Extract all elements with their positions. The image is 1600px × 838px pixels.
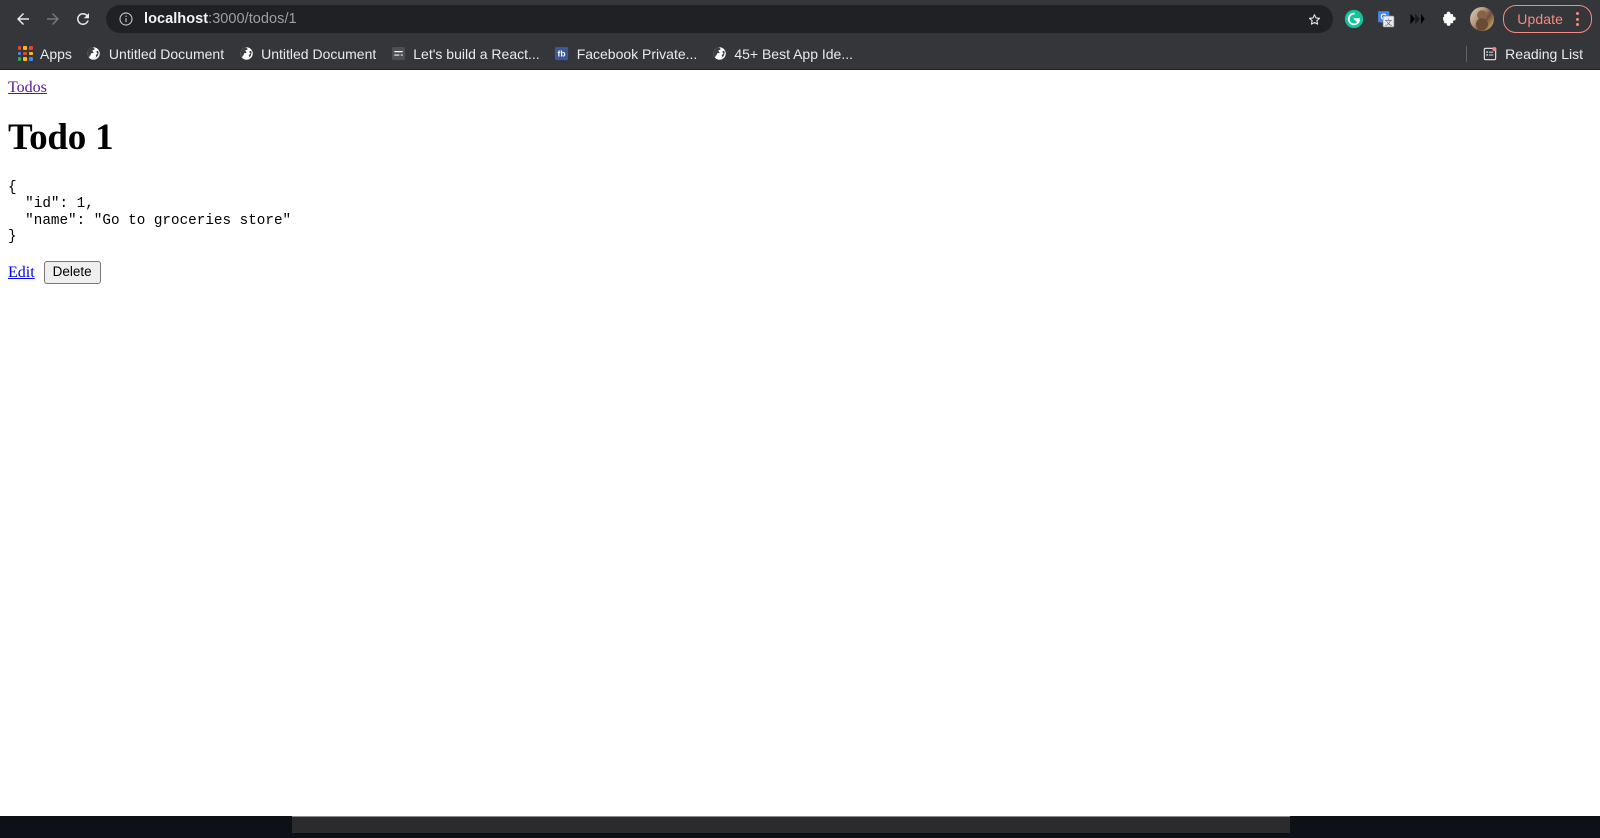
puzzle-piece-icon bbox=[1443, 11, 1456, 26]
svg-text:文: 文 bbox=[1385, 17, 1393, 27]
bookmark-45-best-app-ideas[interactable]: 45+ Best App Ide... bbox=[704, 42, 860, 66]
translate-icon: G 文 bbox=[1378, 11, 1395, 28]
svg-text:fb: fb bbox=[558, 49, 566, 59]
address-bar-text: localhost:3000/todos/1 bbox=[144, 11, 1301, 27]
bookmark-untitled-document-1[interactable]: Untitled Document bbox=[79, 42, 231, 66]
todo-json-output: { "id": 1, "name": "Go to groceries stor… bbox=[8, 180, 292, 245]
reload-icon bbox=[76, 12, 89, 25]
star-icon bbox=[1308, 13, 1320, 25]
page-viewport: Todos Todo 1 { "id": 1, "name": "Go to g… bbox=[0, 71, 1600, 816]
breadcrumb-todos-link[interactable]: Todos bbox=[8, 79, 47, 97]
bookmark-label: 45+ Best App Ide... bbox=[734, 45, 854, 62]
toolbar-divider bbox=[1466, 45, 1468, 62]
todo-actions: Edit Delete bbox=[8, 261, 1592, 285]
page-title: Todo 1 bbox=[8, 117, 114, 159]
grammarly-g-icon bbox=[1345, 9, 1364, 29]
address-bar[interactable]: localhost:3000/todos/1 bbox=[106, 5, 1334, 33]
back-button[interactable] bbox=[8, 4, 38, 34]
update-button[interactable]: Update bbox=[1503, 5, 1592, 33]
bookmark-label: Apps bbox=[40, 45, 72, 62]
bookmark-facebook-private[interactable]: fb Facebook Private... bbox=[547, 42, 705, 66]
reading-list-label: Reading List bbox=[1505, 45, 1583, 62]
three-dots-vertical-icon[interactable] bbox=[1567, 12, 1587, 26]
globe-icon bbox=[86, 46, 102, 62]
apps-grid-icon bbox=[17, 46, 33, 62]
bookmark-label: Facebook Private... bbox=[576, 45, 698, 62]
bookmark-label: Untitled Document bbox=[261, 45, 377, 62]
globe-icon bbox=[238, 46, 254, 62]
edit-link[interactable]: Edit bbox=[8, 264, 35, 282]
document-lines-icon bbox=[390, 46, 406, 62]
address-host: localhost bbox=[144, 11, 209, 27]
window-bottom-edge bbox=[292, 816, 1290, 833]
grammarly-extension-icon[interactable] bbox=[1339, 4, 1369, 34]
bookmarks-bar: Apps Untitled Document Untitled Document… bbox=[0, 38, 1600, 70]
delete-button[interactable]: Delete bbox=[43, 261, 101, 285]
address-path: :3000/todos/1 bbox=[208, 11, 297, 27]
reload-button[interactable] bbox=[68, 4, 98, 34]
forward-arrow-icon bbox=[47, 13, 59, 25]
forward-button[interactable] bbox=[38, 4, 68, 34]
browser-window: localhost:3000/todos/1 G bbox=[0, 0, 1600, 816]
page-content: Todos Todo 1 { "id": 1, "name": "Go to g… bbox=[0, 71, 1600, 292]
bookmark-lets-build-a-react[interactable]: Let's build a React... bbox=[383, 42, 546, 66]
extensions-puzzle-icon[interactable] bbox=[1435, 4, 1465, 34]
bookmark-star-button[interactable] bbox=[1301, 6, 1327, 32]
medium-extension-icon[interactable] bbox=[1403, 4, 1433, 34]
globe-icon bbox=[711, 46, 727, 62]
profile-avatar[interactable] bbox=[1470, 7, 1495, 31]
reading-list-button[interactable]: Reading List bbox=[1475, 42, 1590, 66]
bookmark-label: Let's build a React... bbox=[413, 45, 540, 62]
browser-toolbar: localhost:3000/todos/1 G bbox=[0, 0, 1600, 38]
bookmark-apps[interactable]: Apps bbox=[10, 42, 79, 66]
medium-logo-icon bbox=[1410, 13, 1425, 25]
info-circle-icon[interactable] bbox=[118, 11, 134, 27]
facebook-icon: fb bbox=[554, 46, 570, 62]
update-button-label: Update bbox=[1517, 11, 1563, 27]
bookmark-untitled-document-2[interactable]: Untitled Document bbox=[231, 42, 383, 66]
google-translate-extension-icon[interactable]: G 文 bbox=[1371, 4, 1401, 34]
back-arrow-icon bbox=[17, 13, 29, 25]
bookmark-label: Untitled Document bbox=[108, 45, 225, 62]
toolbar-right-icons: G 文 Update bbox=[1339, 4, 1592, 34]
reading-list-icon bbox=[1482, 46, 1498, 62]
